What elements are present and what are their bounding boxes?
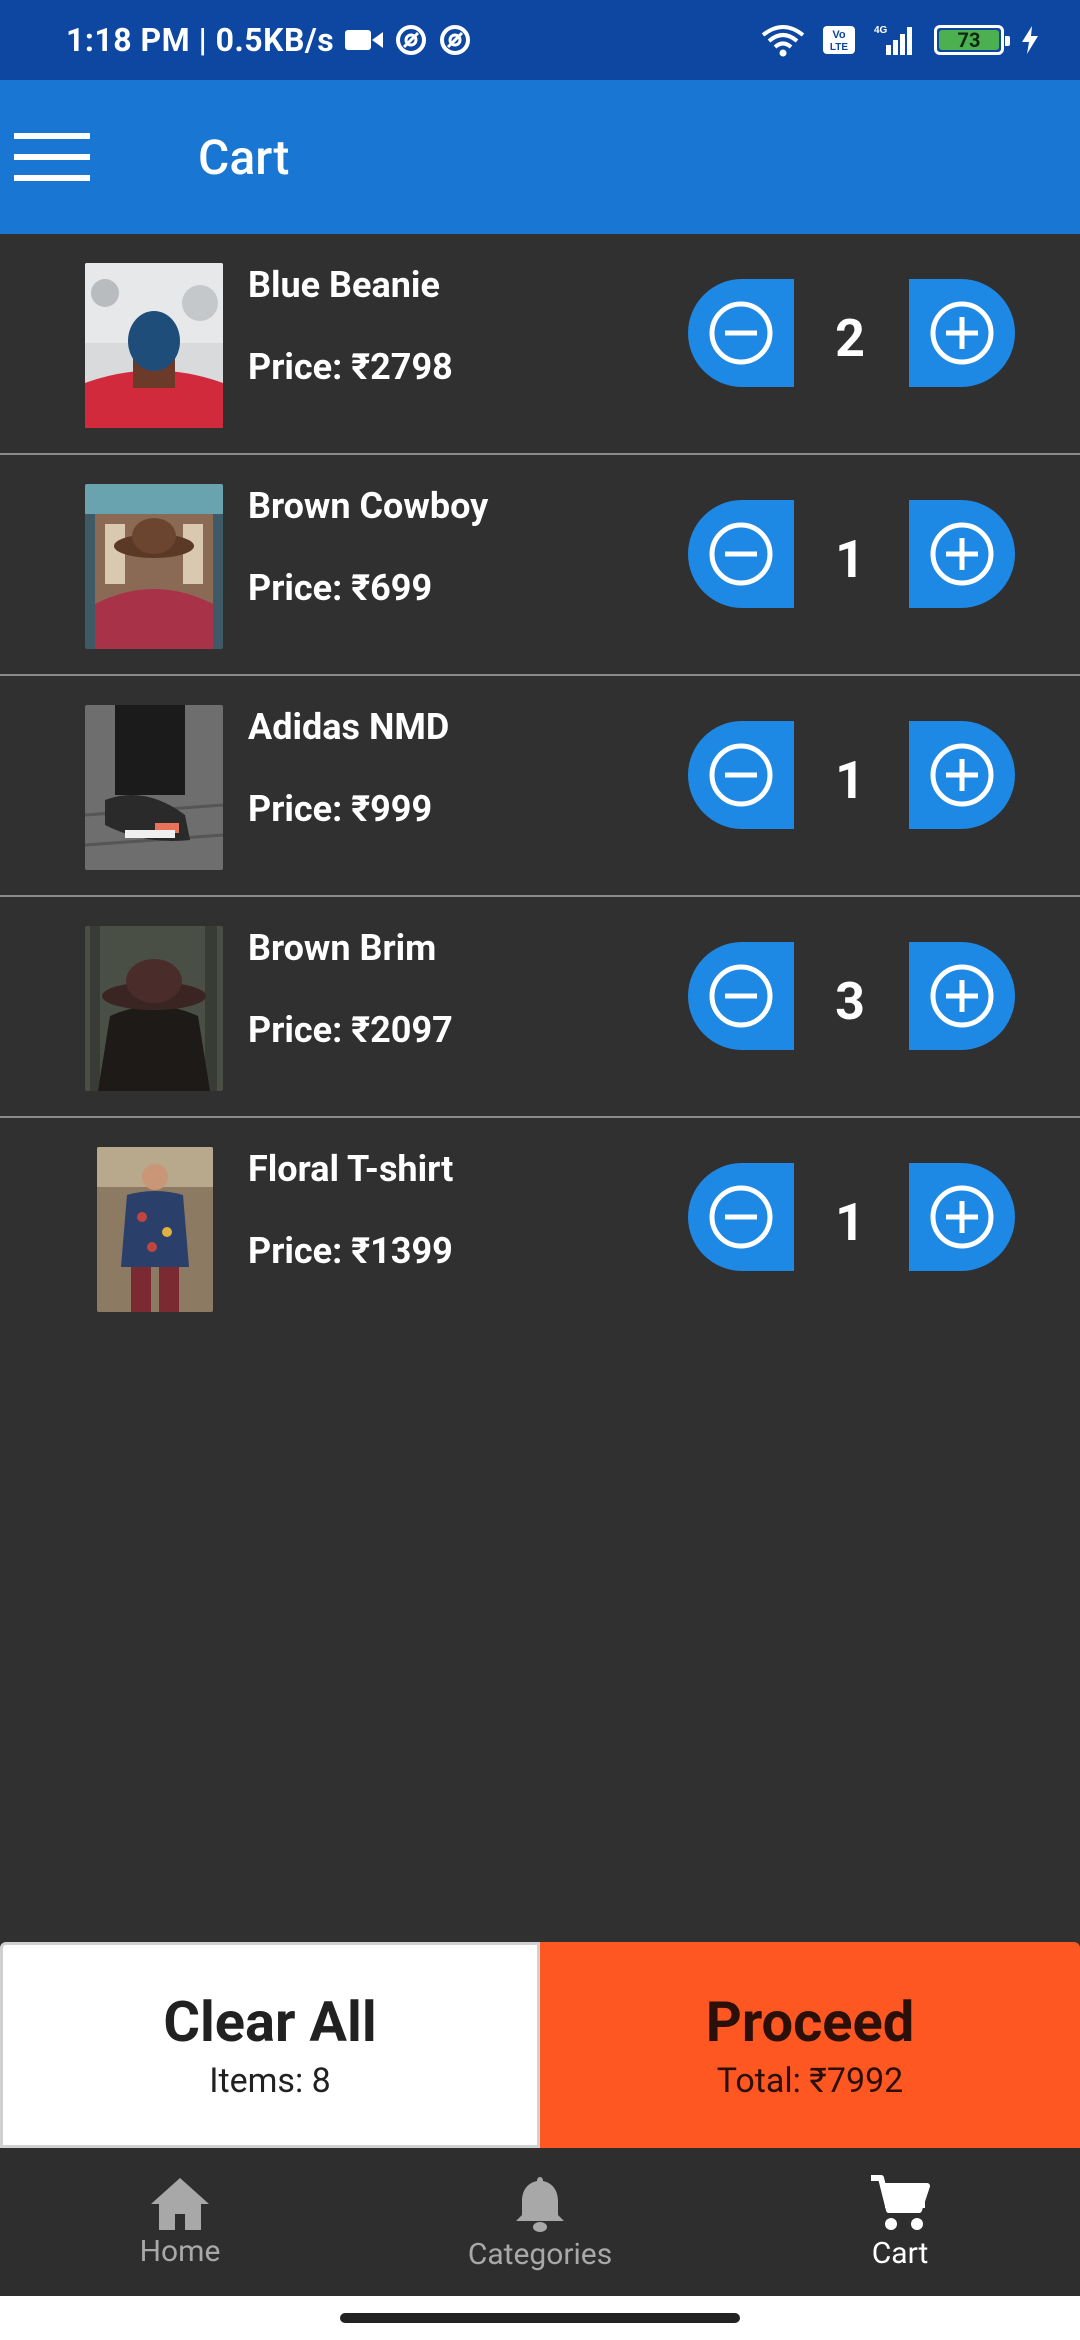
nav-label-categories: Categories	[467, 2236, 613, 2272]
checkout-action-bar: Clear All Items: 8 Proceed Total: ₹7992	[0, 1942, 1080, 2148]
battery-level: 73	[939, 28, 999, 52]
cart-item: Brown Cowboy Price: ₹699 1	[0, 455, 1080, 676]
decrease-quantity-button[interactable]	[688, 500, 794, 608]
product-price: Price: ₹699	[248, 567, 433, 609]
hamburger-icon	[14, 133, 90, 181]
clear-all-label: Clear All	[163, 1989, 377, 2055]
cart-item: Blue Beanie Price: ₹2798 2	[0, 234, 1080, 455]
plus-circle-icon	[930, 743, 994, 807]
nav-item-categories[interactable]: Categories	[360, 2148, 720, 2296]
product-name: Adidas NMD	[248, 706, 450, 748]
product-name: Floral T-shirt	[248, 1148, 454, 1190]
quantity-value: 2	[835, 308, 865, 369]
plus-circle-icon	[930, 522, 994, 586]
page-title: Cart	[198, 128, 290, 186]
items-count: Items: 8	[209, 2061, 331, 2101]
wifi-icon	[760, 23, 806, 57]
gesture-navigation-area	[0, 2296, 1080, 2340]
quantity-value: 1	[835, 529, 865, 590]
quantity-value: 3	[835, 971, 865, 1032]
cart-item: Adidas NMD Price: ₹999 1	[0, 676, 1080, 897]
minus-circle-icon	[709, 522, 773, 586]
increase-quantity-button[interactable]	[909, 1163, 1015, 1271]
decrease-quantity-button[interactable]	[688, 1163, 794, 1271]
home-icon	[151, 2177, 209, 2230]
app-bar: Cart	[0, 80, 1080, 234]
video-camera-icon	[344, 27, 384, 53]
bottom-navigation: Home Categories Cart	[0, 2148, 1080, 2296]
proceed-button[interactable]: Proceed Total: ₹7992	[540, 1942, 1080, 2148]
status-left: 1:18 PM | 0.5KB/s	[66, 21, 472, 59]
plus-circle-icon	[930, 964, 994, 1028]
cart-item: Brown Brim Price: ₹2097 3	[0, 897, 1080, 1118]
bell-icon	[516, 2176, 564, 2232]
product-price: Price: ₹2798	[248, 346, 453, 388]
decrease-quantity-button[interactable]	[688, 942, 794, 1050]
cart-icon	[871, 2174, 930, 2230]
status-bar: 1:18 PM | 0.5KB/s Vo LTE 4G 73	[0, 0, 1080, 80]
minus-circle-icon	[709, 1185, 773, 1249]
svg-text:Vo: Vo	[832, 29, 846, 41]
decrease-quantity-button[interactable]	[688, 279, 794, 387]
product-name: Blue Beanie	[248, 264, 440, 306]
plus-circle-icon	[930, 1185, 994, 1249]
decrease-quantity-button[interactable]	[688, 721, 794, 829]
proceed-label: Proceed	[705, 1989, 915, 2055]
menu-button[interactable]	[2, 107, 102, 207]
product-name: Brown Brim	[248, 927, 437, 969]
nav-item-cart[interactable]: Cart	[720, 2148, 1080, 2296]
data-saver-icon	[394, 23, 428, 57]
minus-circle-icon	[709, 964, 773, 1028]
product-price: Price: ₹1399	[248, 1230, 453, 1272]
increase-quantity-button[interactable]	[909, 942, 1015, 1050]
nav-label-cart: Cart	[871, 2235, 929, 2271]
status-time: 1:18 PM | 0.5KB/s	[66, 21, 335, 59]
product-price: Price: ₹999	[248, 788, 433, 830]
quantity-value: 1	[835, 1192, 865, 1253]
volte-icon: Vo LTE	[822, 25, 856, 55]
home-gesture-bar[interactable]	[340, 2313, 740, 2323]
increase-quantity-button[interactable]	[909, 721, 1015, 829]
status-right: Vo LTE 4G 73	[760, 23, 1040, 57]
clear-all-button[interactable]: Clear All Items: 8	[0, 1942, 540, 2148]
svg-text:LTE: LTE	[830, 42, 848, 53]
cart-list: Blue Beanie Price: ₹2798 2 Brown Cowboy …	[0, 234, 1080, 1339]
increase-quantity-button[interactable]	[909, 279, 1015, 387]
plus-circle-icon	[930, 301, 994, 365]
product-image-brown-cowboy[interactable]	[85, 484, 223, 649]
product-image-blue-beanie[interactable]	[85, 263, 223, 428]
charging-icon	[1020, 25, 1040, 55]
minus-circle-icon	[709, 301, 773, 365]
increase-quantity-button[interactable]	[909, 500, 1015, 608]
svg-text:4G: 4G	[874, 25, 888, 36]
cart-item: Floral T-shirt Price: ₹1399 1	[0, 1118, 1080, 1339]
nav-item-home[interactable]: Home	[0, 2148, 360, 2296]
product-image-brown-brim[interactable]	[85, 926, 223, 1091]
product-image-floral-tshirt[interactable]	[97, 1147, 213, 1312]
battery-icon: 73	[934, 25, 1010, 55]
signal-icon: 4G	[872, 23, 918, 57]
data-saver-icon-2	[438, 23, 472, 57]
minus-circle-icon	[709, 743, 773, 807]
cart-total: Total: ₹7992	[716, 2061, 904, 2101]
product-name: Brown Cowboy	[248, 485, 489, 527]
quantity-value: 1	[835, 750, 865, 811]
nav-label-home: Home	[139, 2233, 221, 2269]
product-price: Price: ₹2097	[248, 1009, 453, 1051]
product-image-adidas-nmd[interactable]	[85, 705, 223, 870]
